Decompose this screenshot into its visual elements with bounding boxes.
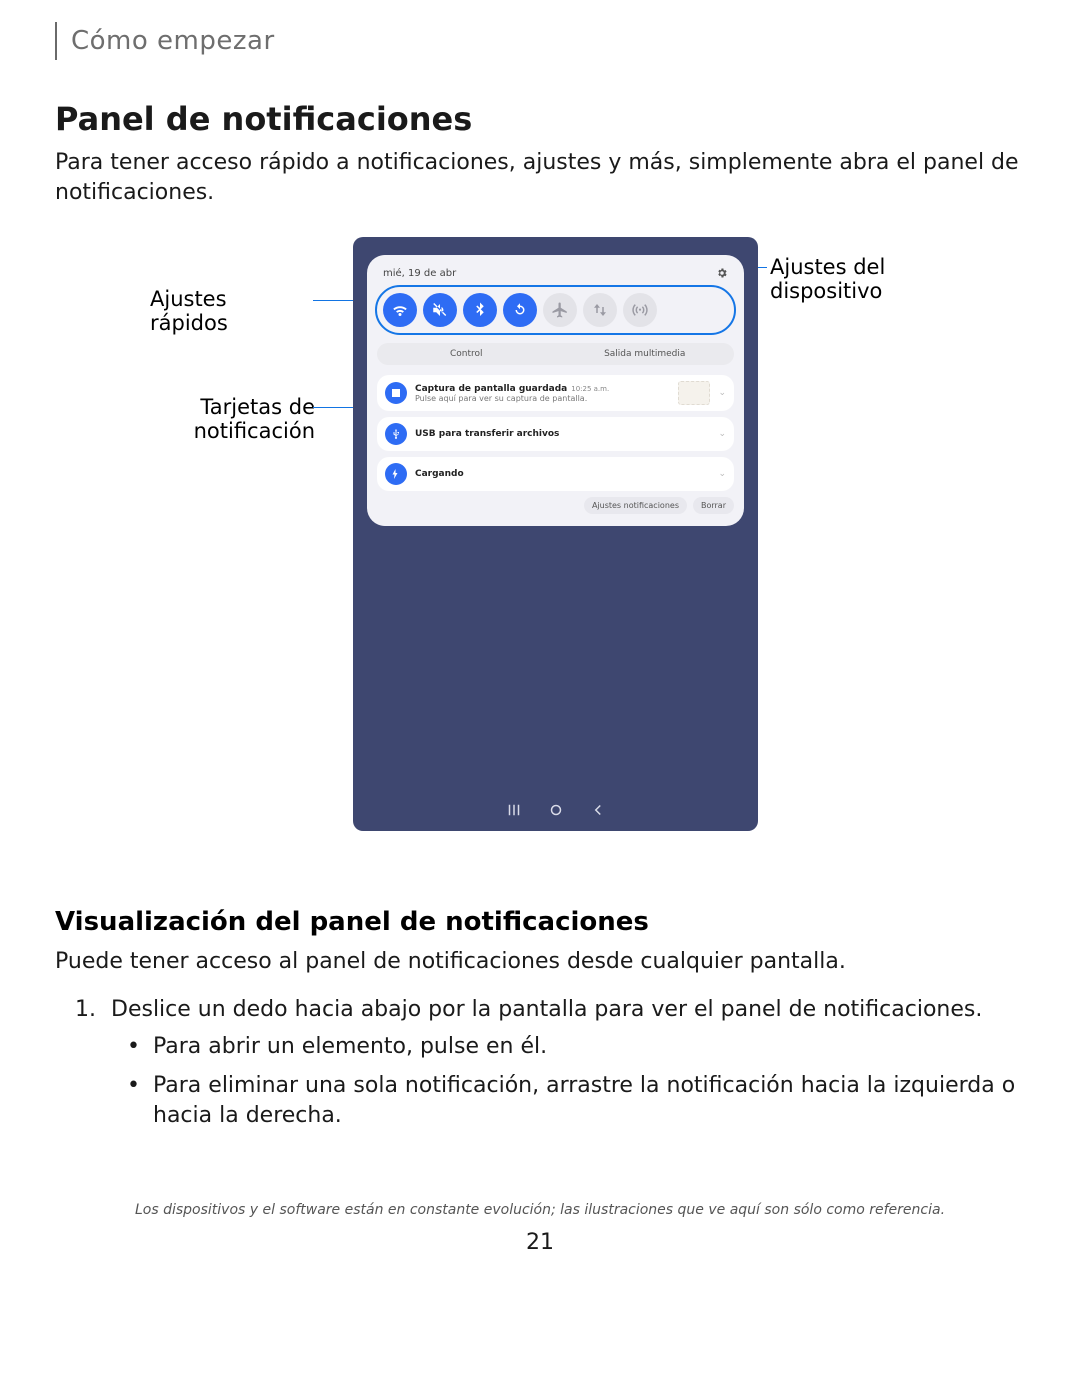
- page-number: 21: [55, 1230, 1025, 1255]
- bullet-item: Para eliminar una sola notificación, arr…: [145, 1071, 1025, 1133]
- notification-subtitle: Pulse aquí para ver su captura de pantal…: [415, 394, 670, 403]
- tab-media-output[interactable]: Salida multimedia: [556, 343, 735, 365]
- callout-notification-cards: Tarjetas de notificación: [190, 395, 315, 443]
- steps-list: Deslice un dedo hacia abajo por la panta…: [55, 995, 1025, 1132]
- manual-page: Cómo empezar Panel de notificaciones Par…: [0, 0, 1080, 1397]
- section-title: Cómo empezar: [71, 26, 275, 56]
- gear-icon[interactable]: [716, 267, 728, 279]
- bolt-icon: [385, 463, 407, 485]
- notification-title: Cargando: [415, 469, 464, 479]
- media-control-tabs[interactable]: Control Salida multimedia: [377, 343, 734, 365]
- android-nav-bar: [353, 801, 758, 819]
- callout-device-settings: Ajustes del dispositivo: [770, 255, 930, 303]
- mute-icon[interactable]: [423, 293, 457, 327]
- screenshot-thumbnail: [678, 381, 710, 405]
- status-date: mié, 19 de abr: [383, 268, 456, 279]
- step-text: Deslice un dedo hacia abajo por la panta…: [111, 997, 982, 1022]
- callout-diagram: Ajustes rápidos Tarjetas de notificación…: [55, 237, 1025, 867]
- notification-title: Captura de pantalla guardada: [415, 384, 567, 394]
- callout-quick-settings: Ajustes rápidos: [150, 287, 310, 335]
- intro-paragraph: Para tener acceso rápido a notificacione…: [55, 148, 1025, 207]
- header-divider: [55, 22, 57, 60]
- hotspot-icon[interactable]: [623, 293, 657, 327]
- chevron-down-icon[interactable]: ⌄: [718, 429, 726, 439]
- disclaimer-footnote: Los dispositivos y el software están en …: [55, 1202, 1025, 1218]
- phone-mockup: mié, 19 de abr Control Salida: [353, 237, 758, 831]
- sub-intro-paragraph: Puede tener acceso al panel de notificac…: [55, 947, 1025, 977]
- image-icon: [385, 382, 407, 404]
- clear-button[interactable]: Borrar: [693, 497, 734, 514]
- rotate-icon[interactable]: [503, 293, 537, 327]
- chevron-down-icon[interactable]: ⌄: [718, 388, 726, 398]
- page-title: Panel de notificaciones: [55, 100, 1025, 138]
- home-icon[interactable]: [547, 801, 565, 819]
- bluetooth-icon[interactable]: [463, 293, 497, 327]
- airplane-icon[interactable]: [543, 293, 577, 327]
- section-subtitle: Visualización del panel de notificacione…: [55, 907, 1025, 937]
- section-header: Cómo empezar: [55, 22, 1025, 60]
- tab-control[interactable]: Control: [377, 343, 556, 365]
- usb-icon: [385, 423, 407, 445]
- back-icon[interactable]: [589, 801, 607, 819]
- quick-settings-row: [375, 285, 736, 335]
- notification-settings-button[interactable]: Ajustes notificaciones: [584, 497, 687, 514]
- notification-title: USB para transferir archivos: [415, 429, 559, 439]
- notification-card[interactable]: Captura de pantalla guardada 10:25 a.m. …: [377, 375, 734, 411]
- notification-card[interactable]: Cargando ⌄: [377, 457, 734, 491]
- notification-time: 10:25 a.m.: [571, 385, 609, 393]
- recent-apps-icon[interactable]: [505, 801, 523, 819]
- bullet-item: Para abrir un elemento, pulse en él.: [145, 1032, 1025, 1063]
- chevron-down-icon[interactable]: ⌄: [718, 469, 726, 479]
- wifi-icon[interactable]: [383, 293, 417, 327]
- notification-shade[interactable]: mié, 19 de abr Control Salida: [367, 255, 744, 526]
- data-icon[interactable]: [583, 293, 617, 327]
- notification-card[interactable]: USB para transferir archivos ⌄: [377, 417, 734, 451]
